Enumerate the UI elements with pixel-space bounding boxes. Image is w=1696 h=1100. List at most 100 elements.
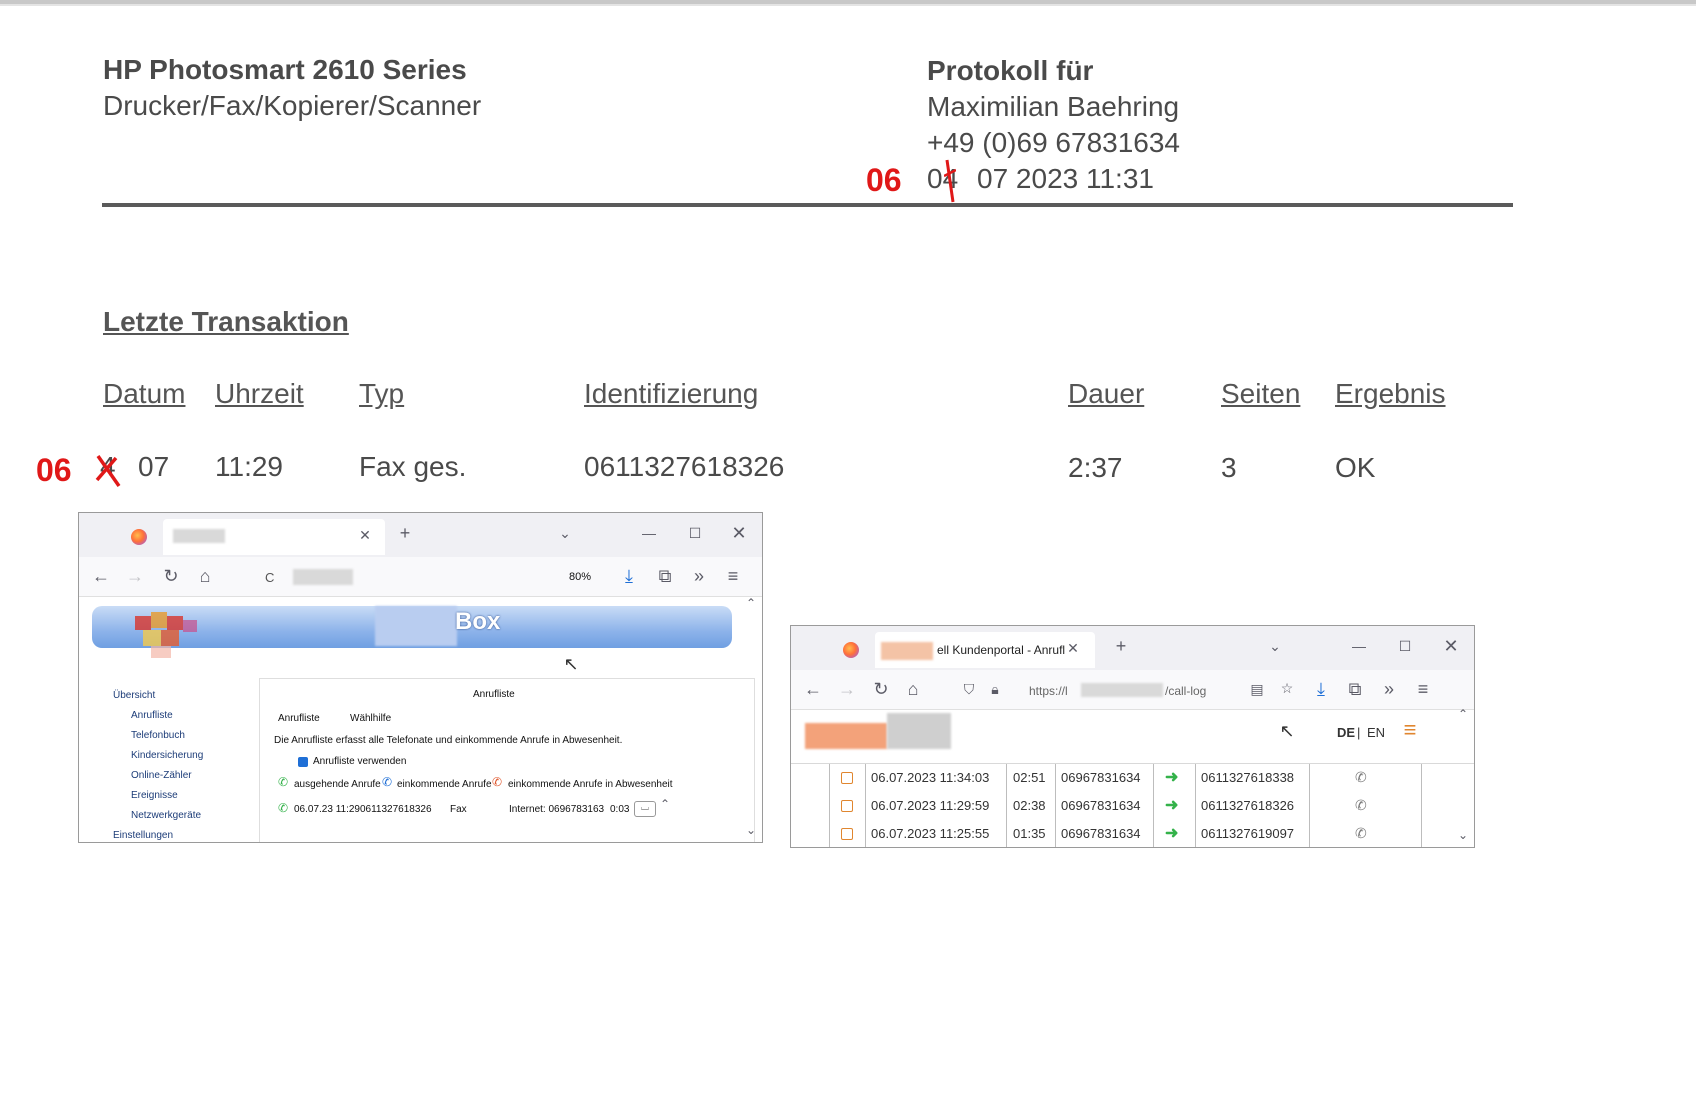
phone-icon[interactable]: ✆ (1355, 764, 1367, 791)
forward-icon[interactable]: → (125, 566, 145, 587)
nav-telefonbuch[interactable]: Telefonbuch (131, 730, 185, 741)
nav-kindersicherung[interactable]: Kindersicherung (131, 750, 203, 761)
home-icon[interactable]: ⌂ (195, 566, 215, 587)
row-identification: 0611327618326 (584, 451, 785, 482)
transaction-title: Letzte Transaktion (103, 306, 349, 337)
nav-anrufliste[interactable]: Anrufliste (131, 710, 173, 721)
call-from: 06967831634 (1061, 798, 1141, 813)
minimize-icon[interactable]: — (639, 525, 659, 541)
menu-icon[interactable]: ≡ (723, 566, 743, 587)
lang-de[interactable]: DE (1337, 725, 1355, 740)
entry-duration: 0:03 (610, 804, 630, 815)
mouse-cursor-icon-2: ↖ (1279, 721, 1295, 741)
nav-ereignisse[interactable]: Ereignisse (131, 790, 178, 801)
row-checkbox[interactable] (841, 772, 853, 784)
router-screenshot: ✕ + ⌄ — ☐ ✕ ← → ↻ ⌂ C 80% ⤓ ⧉ » ≡ Box ↖ … (78, 512, 763, 843)
call-to: 0611327619097 (1201, 826, 1295, 841)
entry-datetime-number: 06.07.23 11:290611327618326 (294, 804, 432, 815)
page-scroll-down-icon[interactable]: ⌄ (743, 823, 759, 837)
url-prefix[interactable]: C (265, 570, 274, 585)
page-scroll-up-icon-2[interactable]: ⌃ (1455, 707, 1471, 721)
scroll-up-icon[interactable]: ⌃ (658, 797, 672, 811)
entry-type: Fax (450, 804, 467, 815)
back-icon-2[interactable]: ← (803, 679, 823, 700)
lang-en[interactable]: EN (1367, 725, 1385, 740)
missed-call-icon: ✆ (492, 775, 503, 789)
legend-outgoing: ausgehende Anrufe (294, 779, 381, 790)
new-tab-icon[interactable]: + (395, 523, 415, 544)
nav-online-zaehler[interactable]: Online-Zähler (131, 770, 192, 781)
tab-close-icon-2[interactable]: ✕ (1065, 640, 1081, 657)
reader-view-icon[interactable]: ▤ (1247, 681, 1267, 698)
close-window-icon-2[interactable]: ✕ (1441, 636, 1461, 657)
tab-favicon-redacted (881, 642, 933, 660)
tab-list-chevron-icon[interactable]: ⌄ (555, 525, 575, 542)
nav-einstellungen[interactable]: Einstellungen (113, 830, 173, 841)
row-time: 11:29 (215, 451, 283, 482)
zoom-level[interactable]: 80% (569, 571, 591, 583)
date-correction-annotation: 06 (866, 162, 902, 198)
col-typ: Typ (359, 378, 405, 409)
download-icon[interactable]: ⤓ (619, 566, 639, 587)
legend-incoming: einkommende Anrufe (397, 779, 492, 790)
overflow-icon[interactable]: » (689, 566, 709, 587)
reload-icon[interactable]: ↻ (161, 566, 181, 587)
table-row[interactable]: 06.07.2023 11:29:59 02:38 06967831634 ➜ … (791, 792, 1474, 819)
extensions-icon[interactable]: ⧉ (655, 566, 675, 587)
legend-missed: einkommende Anrufe in Abwesenheit (508, 779, 673, 790)
tab-title-2: ell Kundenportal - Anrufl (937, 643, 1066, 657)
tab-anrufliste[interactable]: Anrufliste (278, 713, 320, 724)
call-datetime: 06.07.2023 11:29:59 (871, 798, 990, 813)
forward-icon-2[interactable]: → (837, 679, 857, 700)
calllist-panel: Anrufliste Anrufliste Wählhilfe Die Anru… (259, 678, 755, 842)
entry-outgoing-icon: ✆ (278, 801, 289, 815)
bookmark-star-icon[interactable]: ☆ (1277, 680, 1297, 697)
url-suffix-2[interactable]: /call-log (1165, 684, 1206, 698)
call-log-table: 06.07.2023 11:34:03 02:51 06967831634 ➜ … (791, 763, 1474, 847)
maximize-icon-2[interactable]: ☐ (1395, 638, 1415, 655)
overflow-icon-2[interactable]: » (1379, 679, 1399, 700)
nav-netzwerkgeraete[interactable]: Netzwerkgeräte (131, 810, 201, 821)
home-icon-2[interactable]: ⌂ (903, 679, 923, 700)
minimize-icon-2[interactable]: — (1349, 638, 1369, 654)
tab-list-chevron-icon-2[interactable]: ⌄ (1265, 638, 1285, 655)
close-window-icon[interactable]: ✕ (729, 523, 749, 544)
row-checkbox[interactable] (841, 800, 853, 812)
provider-logo-redacted (805, 723, 887, 749)
url-redacted (293, 569, 353, 585)
outgoing-arrow-icon: ➜ (1165, 797, 1179, 814)
phone-icon[interactable]: ✆ (1355, 792, 1367, 819)
shield-icon[interactable]: ⛉ (959, 681, 979, 698)
banner-text-redacted (375, 606, 457, 646)
page-scroll-down-icon-2[interactable]: ⌄ (1455, 828, 1471, 842)
calllist-checkbox[interactable] (298, 757, 308, 767)
row-date-correction: 06 (36, 452, 72, 488)
table-row[interactable]: 06.07.2023 11:25:55 01:35 06967831634 ➜ … (791, 820, 1474, 847)
hamburger-menu-icon[interactable]: ≡ (1397, 717, 1423, 743)
table-row[interactable]: 06.07.2023 11:34:03 02:51 06967831634 ➜ … (791, 764, 1474, 791)
phone-icon[interactable]: ✆ (1355, 820, 1367, 847)
entry-fax-button[interactable]: ⌴ (634, 801, 656, 817)
call-datetime: 06.07.2023 11:25:55 (871, 826, 990, 841)
lock-icon[interactable]: 🔒︎ (985, 681, 1005, 698)
firefox-icon-2 (843, 642, 859, 658)
provider-logo-redacted-2 (887, 713, 951, 749)
extensions-icon-2[interactable]: ⧉ (1345, 679, 1365, 700)
browser-tab-2[interactable]: ell Kundenportal - Anrufl ✕ (875, 632, 1095, 668)
maximize-icon[interactable]: ☐ (685, 525, 705, 542)
browser-toolbar: ← → ↻ ⌂ C 80% ⤓ ⧉ » ≡ (79, 557, 762, 597)
url-prefix-2[interactable]: https://l (1029, 684, 1068, 698)
page-scroll-up-icon[interactable]: ⌃ (743, 596, 759, 610)
browser-tab[interactable]: ✕ (163, 519, 385, 555)
back-icon[interactable]: ← (91, 566, 111, 587)
reload-icon-2[interactable]: ↻ (871, 679, 891, 700)
tab-close-icon[interactable]: ✕ (357, 527, 373, 544)
download-icon-2[interactable]: ⤓ (1311, 679, 1331, 700)
router-logo (127, 606, 207, 662)
row-checkbox[interactable] (841, 828, 853, 840)
new-tab-icon-2[interactable]: + (1111, 636, 1131, 657)
tab-waehlhilfe[interactable]: Wählhilfe (350, 713, 391, 724)
nav-uebersicht[interactable]: Übersicht (113, 690, 155, 701)
menu-icon-2[interactable]: ≡ (1413, 679, 1433, 700)
outgoing-arrow-icon: ➜ (1165, 825, 1179, 842)
